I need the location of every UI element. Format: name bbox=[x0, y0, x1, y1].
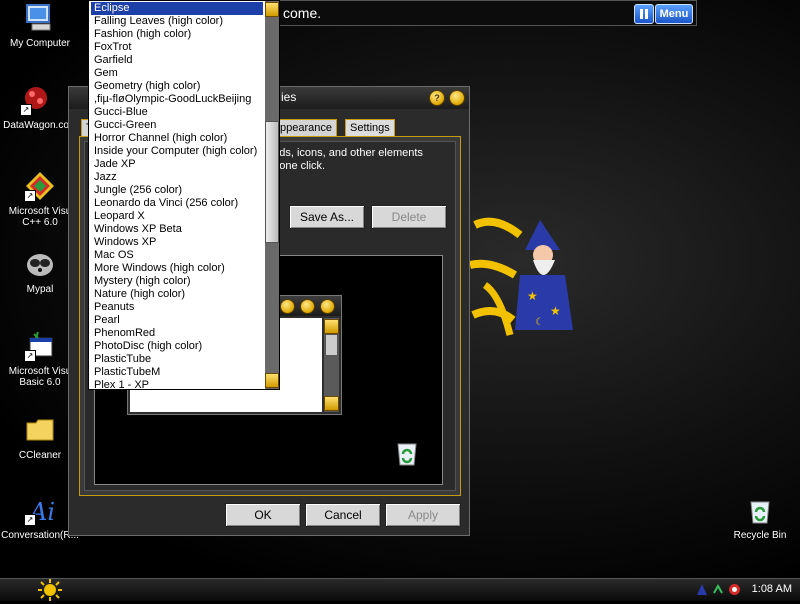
save-as-button[interactable]: Save As... bbox=[289, 205, 365, 229]
theme-list: Eclipse Falling Leaves (high color) Fashio… bbox=[91, 2, 263, 392]
theme-list-item[interactable]: PlasticTubeM bbox=[91, 366, 263, 379]
desktop-icon-label: DataWagon.co bbox=[3, 120, 69, 131]
pause-button[interactable] bbox=[634, 4, 654, 24]
preview-scroll-down-icon bbox=[324, 396, 339, 411]
theme-list-item[interactable]: Pearl bbox=[91, 314, 263, 327]
theme-list-item[interactable]: Mac OS bbox=[91, 249, 263, 262]
preview-maximize-icon bbox=[300, 299, 315, 314]
tray-security-icon[interactable] bbox=[728, 583, 741, 596]
theme-list-item[interactable]: Windows XP Beta bbox=[91, 223, 263, 236]
visual-cpp-icon: ↗ bbox=[24, 170, 56, 202]
clock[interactable]: 1:08 AM bbox=[752, 583, 792, 595]
theme-list-item[interactable]: Leopard X bbox=[91, 210, 263, 223]
computer-icon bbox=[24, 2, 56, 34]
tab-appearance[interactable]: ppearance bbox=[275, 119, 337, 137]
theme-list-item[interactable]: Jazz bbox=[91, 171, 263, 184]
theme-list-item[interactable]: Gem bbox=[91, 67, 263, 80]
preview-close-icon bbox=[320, 299, 335, 314]
theme-list-item[interactable]: Peanuts bbox=[91, 301, 263, 314]
theme-list-item[interactable]: Leonardo da Vinci (256 color) bbox=[91, 197, 263, 210]
taskbar: 1:08 AM bbox=[0, 578, 800, 601]
apply-button[interactable]: Apply bbox=[385, 503, 461, 527]
window-title: come. bbox=[283, 5, 322, 21]
shortcut-arrow-icon: ↗ bbox=[24, 514, 36, 526]
delete-button[interactable]: Delete bbox=[371, 205, 447, 229]
close-button[interactable] bbox=[449, 90, 465, 106]
preview-minimize-icon bbox=[280, 299, 295, 314]
theme-list-item[interactable]: Windows XP bbox=[91, 236, 263, 249]
ccleaner-folder-icon bbox=[24, 414, 56, 446]
desktop-icon-recycle-bin[interactable]: Recycle Bin bbox=[720, 494, 800, 541]
agent-icon: Ai ↗ bbox=[24, 494, 56, 526]
tray-network-icon[interactable] bbox=[712, 583, 725, 596]
shortcut-arrow-icon: ↗ bbox=[20, 104, 32, 116]
desktop-icon-my-computer[interactable]: My Computer bbox=[0, 2, 80, 49]
theme-list-item[interactable]: FoxTrot bbox=[91, 41, 263, 54]
menu-button[interactable]: Menu bbox=[655, 4, 693, 24]
theme-list-item[interactable]: Gucci-Blue bbox=[91, 106, 263, 119]
theme-dropdown-list[interactable]: Eclipse Falling Leaves (high color) Fashio… bbox=[88, 0, 280, 392]
tray-agent-icon[interactable] bbox=[696, 583, 709, 596]
theme-list-item[interactable]: Jade XP bbox=[91, 158, 263, 171]
preview-scrollbar bbox=[324, 318, 339, 412]
theme-list-item[interactable]: Mystery (high color) bbox=[91, 275, 263, 288]
datawagon-icon: ↗ bbox=[20, 84, 52, 116]
desktop-icon-label: Recycle Bin bbox=[733, 530, 787, 541]
svg-text:★: ★ bbox=[550, 304, 561, 318]
tab-settings[interactable]: Settings bbox=[345, 119, 395, 137]
svg-text:★: ★ bbox=[527, 289, 538, 303]
theme-list-item[interactable]: Falling Leaves (high color) bbox=[91, 15, 263, 28]
theme-list-item[interactable]: Inside your Computer (high color) bbox=[91, 145, 263, 158]
desktop-icon-datawagon[interactable]: ↗ DataWagon.co bbox=[0, 84, 76, 131]
shortcut-arrow-icon: ↗ bbox=[24, 350, 36, 362]
scroll-thumb[interactable] bbox=[265, 121, 279, 243]
theme-list-item[interactable]: Gucci-Green bbox=[91, 119, 263, 132]
theme-list-item[interactable]: Horror Channel (high color) bbox=[91, 132, 263, 145]
preview-scroll-up-icon bbox=[324, 319, 339, 334]
svg-text:☾: ☾ bbox=[535, 317, 544, 328]
theme-list-item[interactable]: ,ﬁµ-ﬂøOlympic-GoodLuckBeijing bbox=[91, 93, 263, 106]
start-button[interactable] bbox=[22, 579, 78, 601]
theme-list-item[interactable]: Plex 1 - XP bbox=[91, 379, 263, 392]
theme-list-item[interactable]: PhenomRed bbox=[91, 327, 263, 340]
theme-list-item[interactable]: Geometry (high color) bbox=[91, 80, 263, 93]
theme-list-scrollbar[interactable] bbox=[265, 1, 279, 389]
system-tray: 1:08 AM bbox=[690, 579, 800, 601]
wizard-agent-character[interactable]: ★ ★ ☾ bbox=[465, 205, 595, 355]
theme-list-item[interactable]: Garfield bbox=[91, 54, 263, 67]
scroll-up-icon[interactable] bbox=[265, 2, 279, 17]
scroll-down-icon[interactable] bbox=[265, 373, 279, 388]
theme-list-item[interactable]: More Windows (high color) bbox=[91, 262, 263, 275]
theme-list-item[interactable]: Jungle (256 color) bbox=[91, 184, 263, 197]
theme-list-item[interactable]: Eclipse bbox=[91, 2, 263, 15]
theme-list-item[interactable]: Fashion (high color) bbox=[91, 28, 263, 41]
shortcut-arrow-icon: ↗ bbox=[24, 190, 36, 202]
ok-button[interactable]: OK bbox=[225, 503, 301, 527]
top-window[interactable]: come. Menu bbox=[270, 0, 697, 26]
cancel-button[interactable]: Cancel bbox=[305, 503, 381, 527]
preview-scroll-thumb bbox=[325, 334, 338, 356]
theme-list-item[interactable]: Nature (high color) bbox=[91, 288, 263, 301]
recycle-bin-icon bbox=[744, 494, 776, 526]
dialog-title: ies bbox=[281, 90, 297, 104]
sun-logo-icon bbox=[38, 579, 62, 601]
preview-recycle-bin-icon bbox=[391, 436, 423, 468]
mypal-browser-icon bbox=[24, 248, 56, 280]
desktop-icon-label: My Computer bbox=[9, 38, 70, 49]
help-button[interactable]: ? bbox=[429, 90, 445, 106]
theme-list-item[interactable]: PlasticTube bbox=[91, 353, 263, 366]
visual-basic-icon: ↗ bbox=[24, 330, 56, 362]
theme-list-item[interactable]: PhotoDisc (high color) bbox=[91, 340, 263, 353]
theme-description: unds, icons, and other elements th one c… bbox=[267, 147, 423, 172]
